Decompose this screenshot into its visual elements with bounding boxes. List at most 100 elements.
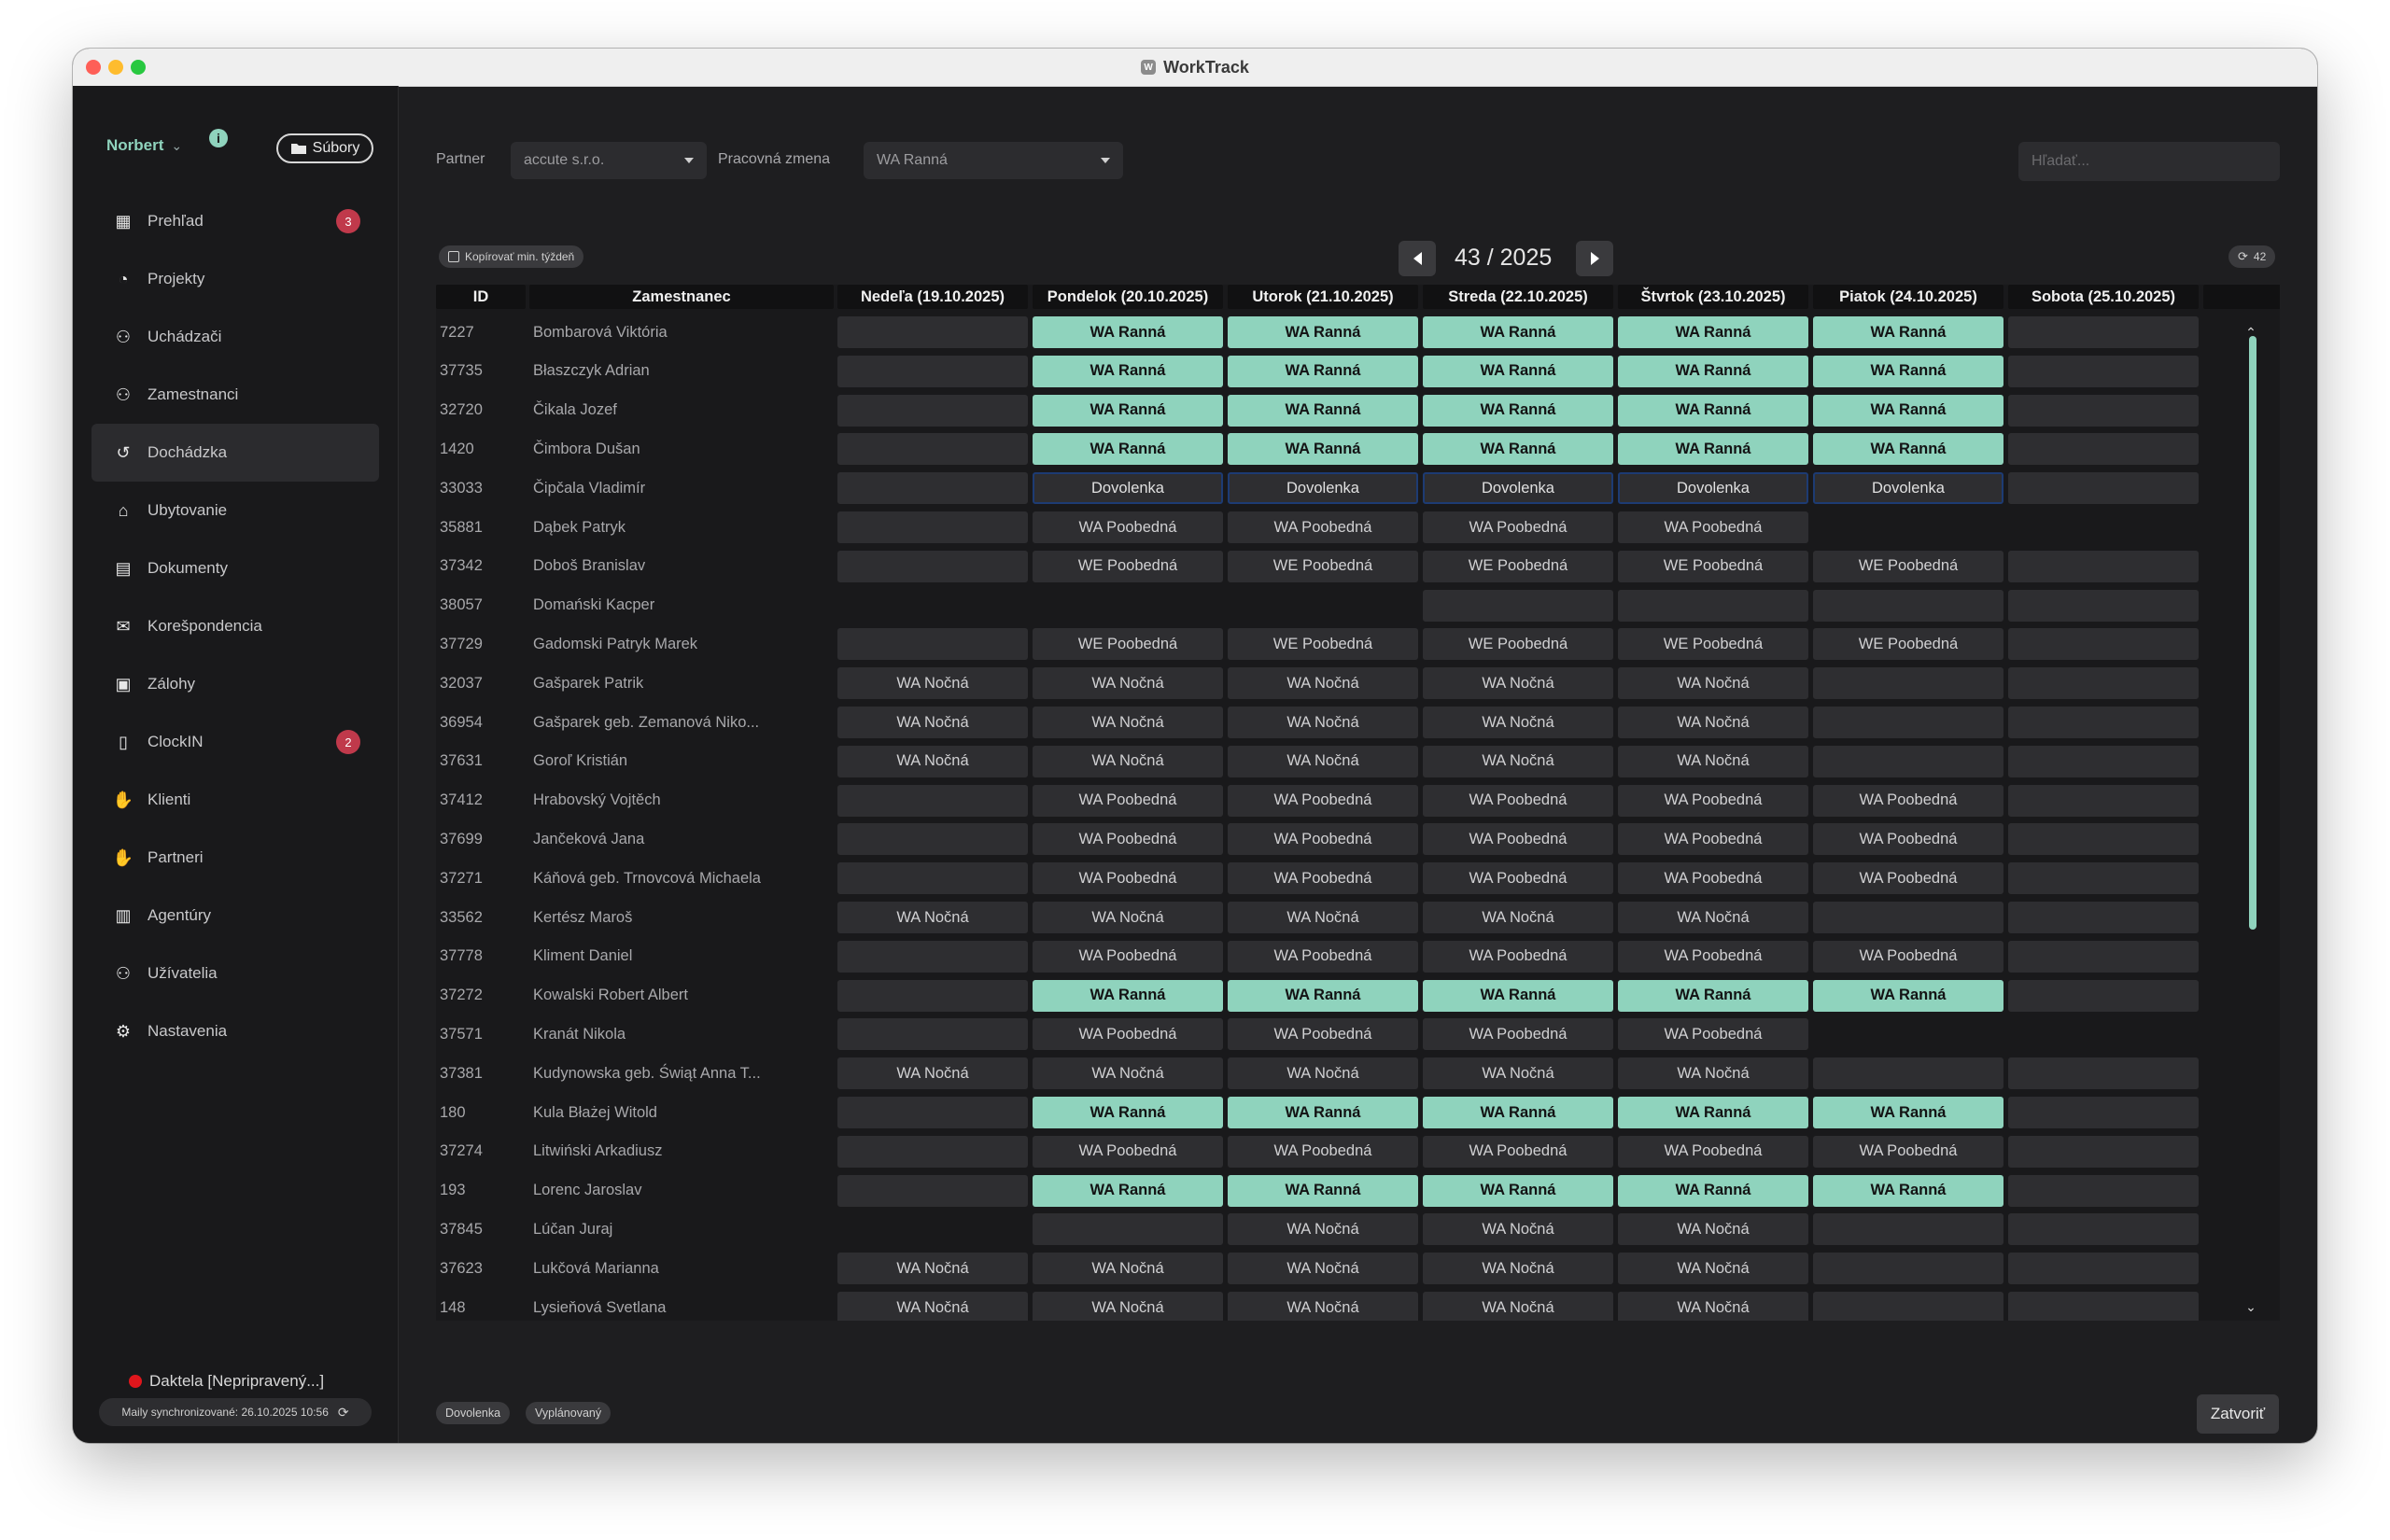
shift-cell[interactable]: WA Ranná xyxy=(1618,979,1808,1012)
shift-cell[interactable]: WA Ranná xyxy=(1033,316,1223,348)
close-button[interactable]: Zatvoriť xyxy=(2197,1394,2279,1434)
shift-cell[interactable] xyxy=(837,1174,1028,1207)
shift-cell[interactable]: WA Nočná xyxy=(837,1253,1028,1285)
shift-cell[interactable]: WA Nočná xyxy=(1423,1057,1613,1090)
mail-sync-status[interactable]: Maily synchronizované: 26.10.2025 10:56 … xyxy=(99,1398,372,1426)
shift-cell[interactable]: WA Poobedná xyxy=(1423,823,1613,856)
sidebar-item-agent-ry[interactable]: ▥ Agentúry xyxy=(91,887,379,945)
shift-cell[interactable]: WA Poobedná xyxy=(1033,823,1223,856)
shift-cell[interactable] xyxy=(1813,1253,2003,1285)
shift-cell[interactable]: WA Poobedná xyxy=(1813,862,2003,895)
shift-cell[interactable]: WA Nočná xyxy=(1423,1253,1613,1285)
shift-cell[interactable]: WA Poobedná xyxy=(1033,862,1223,895)
shift-cell[interactable]: WA Nočná xyxy=(1618,1253,1808,1285)
shift-cell[interactable] xyxy=(837,862,1028,895)
shift-cell[interactable]: WA Ranná xyxy=(1033,1097,1223,1128)
shift-cell[interactable]: WA Poobedná xyxy=(1033,511,1223,543)
shift-cell[interactable]: Dovolenka xyxy=(1228,472,1418,505)
shift-cell[interactable] xyxy=(1813,707,2003,738)
shift-cell[interactable]: WA Poobedná xyxy=(1228,784,1418,817)
shift-cell[interactable]: WA Nočná xyxy=(1033,902,1223,933)
shift-cell[interactable]: WA Ranná xyxy=(1033,394,1223,427)
shift-cell[interactable]: WA Nočná xyxy=(1228,1213,1418,1246)
copy-previous-week-button[interactable]: Kopírovať min. týždeň xyxy=(439,245,584,268)
shift-cell[interactable]: WA Poobedná xyxy=(1618,1018,1808,1051)
shift-cell[interactable] xyxy=(2008,394,2199,427)
shift-cell[interactable]: WE Poobedná xyxy=(1423,628,1613,661)
scrollbar-thumb[interactable] xyxy=(2249,336,2256,930)
shift-cell[interactable]: WA Ranná xyxy=(1423,355,1613,387)
shift-cell[interactable]: WA Poobedná xyxy=(1228,940,1418,973)
shift-cell[interactable] xyxy=(1033,1213,1223,1246)
shift-cell[interactable] xyxy=(2008,745,2199,777)
shift-cell[interactable]: WA Poobedná xyxy=(1228,1135,1418,1168)
shift-cell[interactable]: WA Nočná xyxy=(1228,902,1418,933)
shift-cell[interactable] xyxy=(2008,355,2199,387)
shift-cell[interactable]: WA Ranná xyxy=(1423,1174,1613,1207)
shift-cell[interactable]: WA Ranná xyxy=(1618,394,1808,427)
shift-cell[interactable]: WA Poobedná xyxy=(1033,1135,1223,1168)
shift-cell[interactable] xyxy=(837,550,1028,582)
shift-cell[interactable]: WA Poobedná xyxy=(1618,1135,1808,1168)
shift-cell[interactable] xyxy=(837,433,1028,466)
shift-cell[interactable]: WA Ranná xyxy=(1813,1174,2003,1207)
shift-cell[interactable]: WA Nočná xyxy=(1618,707,1808,738)
shift-cell[interactable]: WA Poobedná xyxy=(1423,940,1613,973)
shift-cell[interactable] xyxy=(2008,707,2199,738)
shift-cell[interactable]: WA Ranná xyxy=(1618,1097,1808,1128)
shift-cell[interactable]: WA Ranná xyxy=(1423,394,1613,427)
shift-cell[interactable]: WA Nočná xyxy=(1033,1253,1223,1285)
shift-cell[interactable]: WA Poobedná xyxy=(1423,1135,1613,1168)
shift-cell[interactable]: WA Nočná xyxy=(837,707,1028,738)
shift-cell[interactable] xyxy=(2008,1097,2199,1128)
sidebar-item-preh-ad[interactable]: ▦ Prehľad 3 xyxy=(91,192,379,250)
shift-cell[interactable] xyxy=(837,472,1028,505)
shift-cell[interactable]: WA Nočná xyxy=(1228,1292,1418,1321)
shift-cell[interactable]: WA Poobedná xyxy=(1033,1018,1223,1051)
partner-select[interactable]: accute s.r.o. xyxy=(511,142,707,179)
shift-cell[interactable]: Dovolenka xyxy=(1423,472,1613,505)
shift-cell[interactable] xyxy=(837,628,1028,661)
daktela-status[interactable]: Daktela [Nepripravený...] xyxy=(129,1372,324,1391)
shift-cell[interactable]: WE Poobedná xyxy=(1228,550,1418,582)
shift-cell[interactable]: WA Poobedná xyxy=(1618,823,1808,856)
shift-cell[interactable]: WA Ranná xyxy=(1813,433,2003,466)
shift-cell[interactable]: WA Poobedná xyxy=(1618,940,1808,973)
column-header[interactable]: Piatok (24.10.2025) xyxy=(1813,285,2003,309)
shift-cell[interactable] xyxy=(2008,862,2199,895)
shift-cell[interactable]: Dovolenka xyxy=(1033,472,1223,505)
shift-cell[interactable]: WA Poobedná xyxy=(1423,862,1613,895)
shift-cell[interactable]: WA Poobedná xyxy=(1423,784,1613,817)
shift-cell[interactable] xyxy=(2008,1174,2199,1207)
shift-cell[interactable]: WA Poobedná xyxy=(1033,784,1223,817)
sidebar-item-projekty[interactable]: ◔ Projekty xyxy=(91,250,379,308)
shift-cell[interactable] xyxy=(2008,316,2199,348)
shift-cell[interactable]: WA Ranná xyxy=(1228,394,1418,427)
shift-cell[interactable]: WA Poobedná xyxy=(1228,862,1418,895)
refresh-button[interactable]: ⟳ 42 xyxy=(2228,245,2276,268)
shift-cell[interactable]: WA Ranná xyxy=(1813,394,2003,427)
sidebar-item-u-vatelia[interactable]: ⚇ Užívatelia xyxy=(91,945,379,1002)
sidebar-item-klienti[interactable]: ✋ Klienti xyxy=(91,771,379,829)
shift-cell[interactable]: WA Poobedná xyxy=(1618,862,1808,895)
shift-cell[interactable]: WA Nočná xyxy=(1423,667,1613,700)
sidebar-item-uch-dza-i[interactable]: ⚇ Uchádzači xyxy=(91,308,379,366)
shift-cell[interactable] xyxy=(1813,1213,2003,1246)
shift-cell[interactable]: WA Poobedná xyxy=(1813,823,2003,856)
files-button[interactable]: Súbory xyxy=(276,133,373,163)
shift-cell[interactable] xyxy=(837,511,1028,543)
shift-cell[interactable]: WA Nočná xyxy=(1228,1057,1418,1090)
column-header[interactable]: Štvrtok (23.10.2025) xyxy=(1618,285,1808,309)
shift-cell[interactable] xyxy=(837,940,1028,973)
shift-cell[interactable]: WA Ranná xyxy=(1228,355,1418,387)
shift-cell[interactable]: WA Nočná xyxy=(1423,745,1613,777)
shift-cell[interactable]: WA Ranná xyxy=(1033,355,1223,387)
shift-cell[interactable] xyxy=(1813,667,2003,700)
shift-cell[interactable]: WA Ranná xyxy=(1423,1097,1613,1128)
shift-cell[interactable] xyxy=(837,823,1028,856)
shift-cell[interactable] xyxy=(2008,823,2199,856)
column-header[interactable]: Pondelok (20.10.2025) xyxy=(1033,285,1223,309)
shift-cell[interactable] xyxy=(837,784,1028,817)
shift-cell[interactable] xyxy=(1813,902,2003,933)
shift-cell[interactable]: WA Ranná xyxy=(1813,979,2003,1012)
